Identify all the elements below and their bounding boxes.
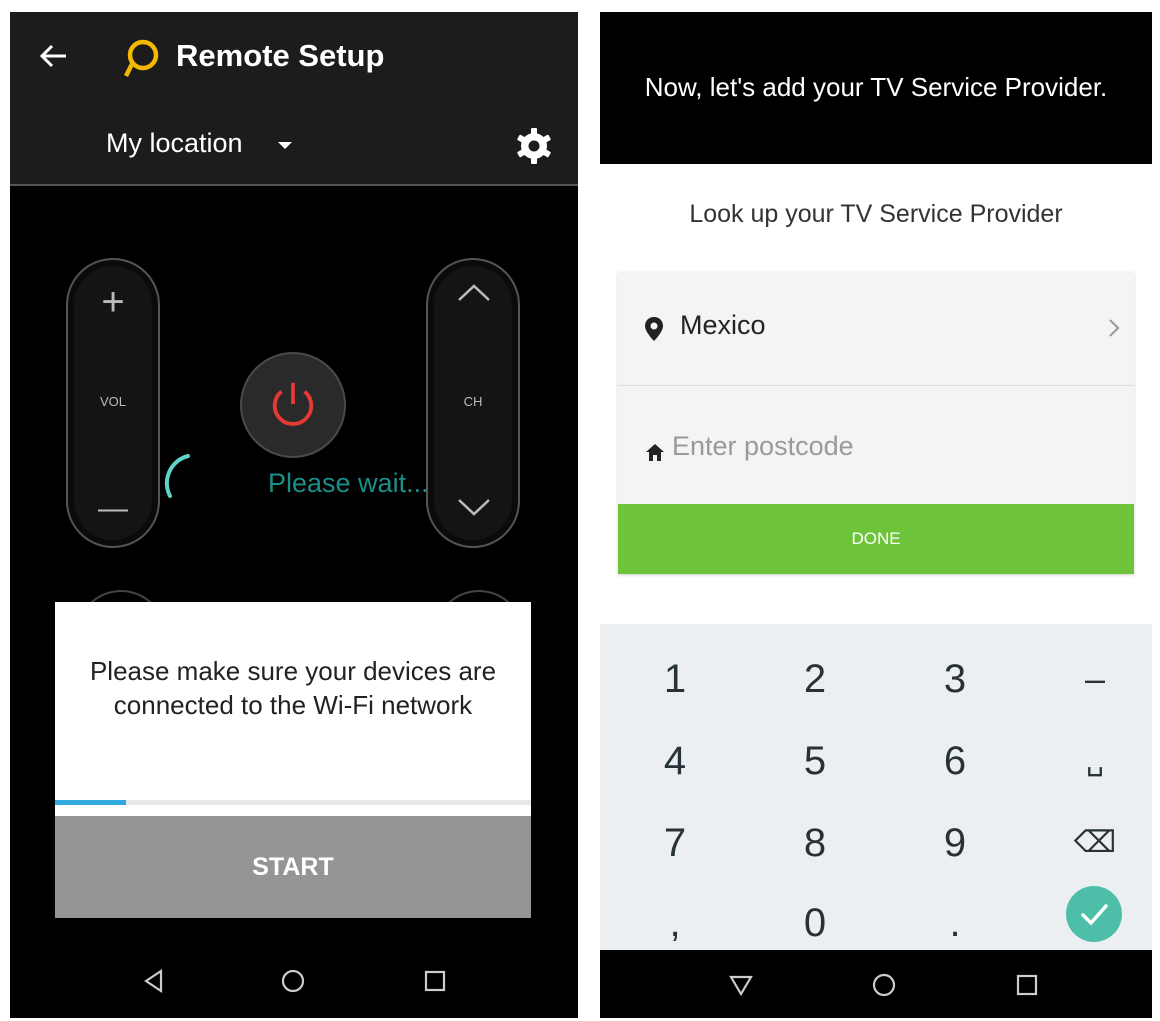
wifi-dialog: Please make sure your devices are connec… [55,602,531,918]
remote-control: + VOL — CH Please wait... [10,188,578,608]
header-text: Now, let's add your TV Service Provider. [644,72,1108,102]
key-space[interactable]: ␣ [1026,720,1152,802]
key-3[interactable]: 3 [886,638,1024,720]
nav-home-icon[interactable] [867,968,901,1002]
location-pin-icon [645,317,663,341]
postcode-input[interactable] [672,426,1092,466]
channel-label: CH [463,394,483,409]
provider-header: Now, let's add your TV Service Provider. [600,12,1152,164]
key-7[interactable]: 7 [606,802,744,884]
volume-up-button[interactable]: + [68,280,158,325]
dialog-message: Please make sure your devices are connec… [55,654,531,722]
checkmark-icon [1081,904,1108,925]
nav-back-icon[interactable] [137,964,171,998]
app-bar: Remote Setup [10,12,578,104]
back-arrow-icon[interactable] [36,38,72,74]
nav-recents-icon[interactable] [418,964,452,998]
power-button[interactable] [240,352,346,458]
country-selector[interactable]: Mexico [618,272,1134,386]
start-button[interactable]: START [55,816,531,918]
volume-rocker[interactable]: + VOL — [66,258,160,548]
key-9[interactable]: 9 [886,802,1024,884]
dialog-message-line: Please make sure your devices are [89,656,497,686]
gear-icon[interactable] [514,126,554,166]
dropdown-caret-icon[interactable] [278,142,292,149]
home-icon [646,444,664,461]
postcode-row [618,386,1134,504]
location-bar: My location [10,104,578,186]
channel-rocker[interactable]: CH [426,258,520,548]
country-value: Mexico [680,310,766,340]
key-1[interactable]: 1 [606,638,744,720]
progress-fill [55,800,127,805]
lookup-title: Look up your TV Service Provider [689,200,1063,228]
chevron-down-icon[interactable] [457,498,491,518]
dialog-message-line: connected to the Wi-Fi network [113,690,473,720]
app-title: Remote Setup [176,38,385,73]
key-backspace-icon[interactable]: ⌫ [1026,802,1152,884]
system-nav-bar [600,950,1152,1018]
power-icon [272,382,314,426]
nav-back-icon[interactable] [724,968,758,1002]
loading-spinner-icon [164,454,190,498]
key-done[interactable]: ✓ [1066,886,1122,942]
remote-setup-screen: Remote Setup My location + VOL — CH Plea… [10,12,578,1018]
key-2[interactable]: 2 [746,638,884,720]
volume-label: VOL [99,394,126,409]
app-logo-icon [123,39,159,78]
nav-home-icon[interactable] [276,964,310,998]
key-4[interactable]: 4 [606,720,744,802]
system-nav-bar [10,944,578,1018]
tv-provider-screen: Now, let's add your TV Service Provider.… [600,12,1152,1018]
chevron-up-icon[interactable] [457,282,491,302]
key-5[interactable]: 5 [746,720,884,802]
done-button[interactable]: DONE [618,504,1134,574]
please-wait-text: Please wait... [268,468,429,498]
key-8[interactable]: 8 [746,802,884,884]
chevron-right-icon[interactable] [1108,318,1120,338]
numeric-keyboard: 1 2 3 – 4 5 6 ␣ 7 8 9 ⌫ , 0 . ✓ [600,624,1152,950]
location-dropdown[interactable]: My location [106,128,243,159]
key-6[interactable]: 6 [886,720,1024,802]
dialog-progress-bar [55,800,531,805]
volume-down-button[interactable]: — [68,492,158,526]
provider-form-card: Mexico DONE [618,272,1134,574]
nav-recents-icon[interactable] [1010,968,1044,1002]
key-minus[interactable]: – [1026,638,1152,720]
